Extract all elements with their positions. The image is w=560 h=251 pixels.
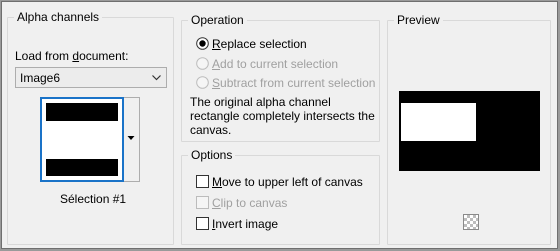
checkbox-clip-to-canvas[interactable] bbox=[196, 196, 209, 209]
alpha-channel-thumbnail-image bbox=[46, 103, 118, 176]
checkerboard-icon[interactable] bbox=[463, 214, 479, 230]
thumbnail-dropdown-button[interactable] bbox=[124, 97, 140, 182]
selection-name-label: Sélection #1 bbox=[60, 192, 127, 206]
radio-subtract-from-selection-label[interactable]: Subtract from current selection bbox=[212, 76, 375, 90]
preview-selection-area bbox=[401, 103, 476, 141]
alpha-channels-title: Alpha channels bbox=[14, 10, 103, 25]
preview-title: Preview bbox=[394, 13, 443, 28]
radio-subtract-from-selection[interactable] bbox=[196, 76, 209, 89]
alpha-channel-thumbnail[interactable] bbox=[40, 97, 124, 182]
dropdown-arrow-icon bbox=[127, 136, 135, 140]
checkbox-invert-image-label[interactable]: Invert image bbox=[212, 217, 278, 231]
document-combobox[interactable]: Image6 bbox=[15, 67, 167, 88]
chevron-down-icon bbox=[152, 75, 161, 81]
radio-replace-selection-label[interactable]: Replace selection bbox=[212, 37, 307, 51]
checkbox-clip-to-canvas-label[interactable]: Clip to canvas bbox=[212, 196, 287, 210]
operation-description: The original alpha channel rectangle com… bbox=[190, 95, 375, 137]
checkbox-invert-image[interactable] bbox=[196, 217, 209, 230]
options-title: Options bbox=[188, 148, 236, 163]
document-combobox-value: Image6 bbox=[20, 71, 61, 85]
preview-canvas bbox=[399, 91, 540, 171]
radio-add-to-selection-label[interactable]: Add to current selection bbox=[212, 57, 338, 71]
checkbox-move-upper-left-label[interactable]: Move to upper left of canvas bbox=[212, 175, 363, 189]
checkbox-move-upper-left[interactable] bbox=[196, 175, 209, 188]
radio-add-to-selection[interactable] bbox=[196, 57, 209, 70]
operation-title: Operation bbox=[188, 13, 247, 28]
radio-replace-selection[interactable] bbox=[196, 37, 209, 50]
load-from-document-label: Load from document: bbox=[15, 49, 129, 63]
